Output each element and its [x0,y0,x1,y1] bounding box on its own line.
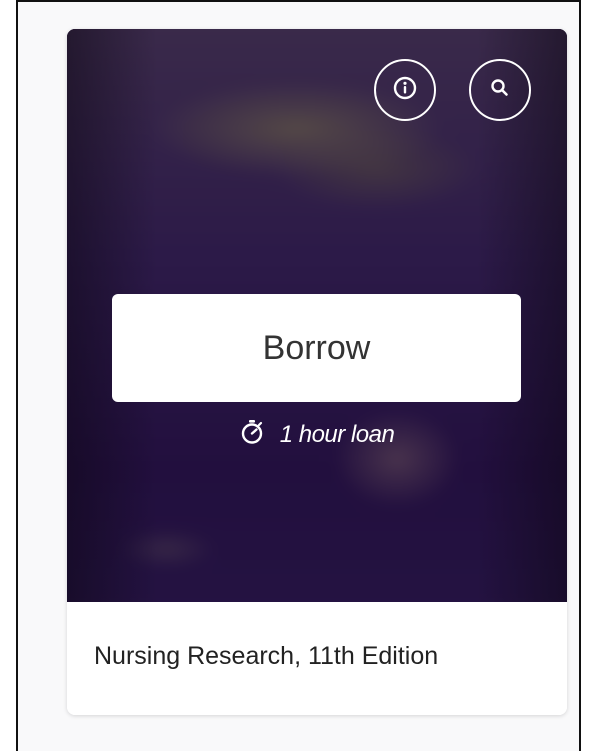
search-button[interactable] [469,59,531,121]
info-button[interactable] [374,59,436,121]
book-title[interactable]: Nursing Research, 11th Edition [94,642,438,671]
book-info: Nursing Research, 11th Edition [67,602,567,715]
search-icon [489,77,511,104]
book-cover: Borrow 1 hour loan [67,29,567,602]
loan-duration: 1 hour loan [67,419,567,450]
book-card[interactable]: Borrow 1 hour loan Nursing Research, 11t… [67,29,567,715]
loan-text: 1 hour loan [279,420,395,448]
borrow-button[interactable]: Borrow [112,294,521,402]
page-frame: Borrow 1 hour loan Nursing Research, 11t… [16,0,581,751]
info-icon [392,75,418,106]
stopwatch-icon [240,419,264,450]
